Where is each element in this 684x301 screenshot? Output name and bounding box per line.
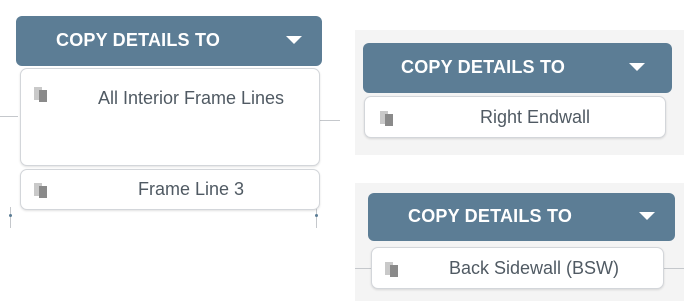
- caret-down-icon[interactable]: [286, 36, 302, 44]
- copy-details-panel-1: COPY DETAILS TO All Interior Frame Lines…: [0, 0, 340, 228]
- frame-line-marker: [315, 214, 318, 217]
- copy-details-to-label: COPY DETAILS TO: [401, 57, 566, 77]
- copy-icon: [34, 183, 47, 198]
- copy-details-panel-3: COPY DETAILS TO Back Sidewall (BSW): [355, 183, 684, 301]
- option-right-endwall[interactable]: Right Endwall: [364, 96, 666, 138]
- copy-icon: [385, 262, 398, 277]
- option-label: Back Sidewall (BSW): [448, 258, 620, 278]
- frame-line-divider: [0, 116, 18, 117]
- copy-details-to-button[interactable]: COPY DETAILS TO: [16, 16, 322, 66]
- copy-icon: [34, 87, 47, 102]
- option-label: Frame Line 3: [137, 179, 245, 199]
- frame-line-divider: [320, 120, 340, 121]
- copy-details-to-button[interactable]: COPY DETAILS TO: [368, 193, 675, 241]
- frame-line-marker: [9, 214, 12, 217]
- copy-details-to-label: COPY DETAILS TO: [56, 30, 221, 50]
- caret-down-icon[interactable]: [629, 63, 645, 71]
- copy-details-to-button[interactable]: COPY DETAILS TO: [363, 43, 672, 93]
- caret-down-icon[interactable]: [639, 212, 655, 220]
- option-back-sidewall-bsw[interactable]: Back Sidewall (BSW): [371, 247, 664, 289]
- copy-icon: [380, 111, 393, 126]
- frame-line-divider: [316, 207, 317, 228]
- copy-details-to-label: COPY DETAILS TO: [408, 206, 573, 226]
- copy-details-panel-2: COPY DETAILS TO Right Endwall: [355, 30, 684, 155]
- option-label: Right Endwall: [479, 107, 591, 127]
- frame-line-divider: [10, 207, 11, 228]
- option-all-interior-frame-lines[interactable]: All Interior Frame Lines: [20, 68, 320, 166]
- option-label: All Interior Frame Lines: [97, 88, 285, 108]
- frame-line-divider: [355, 268, 371, 269]
- option-frame-line-3[interactable]: Frame Line 3: [20, 169, 320, 210]
- frame-line-divider: [664, 268, 684, 269]
